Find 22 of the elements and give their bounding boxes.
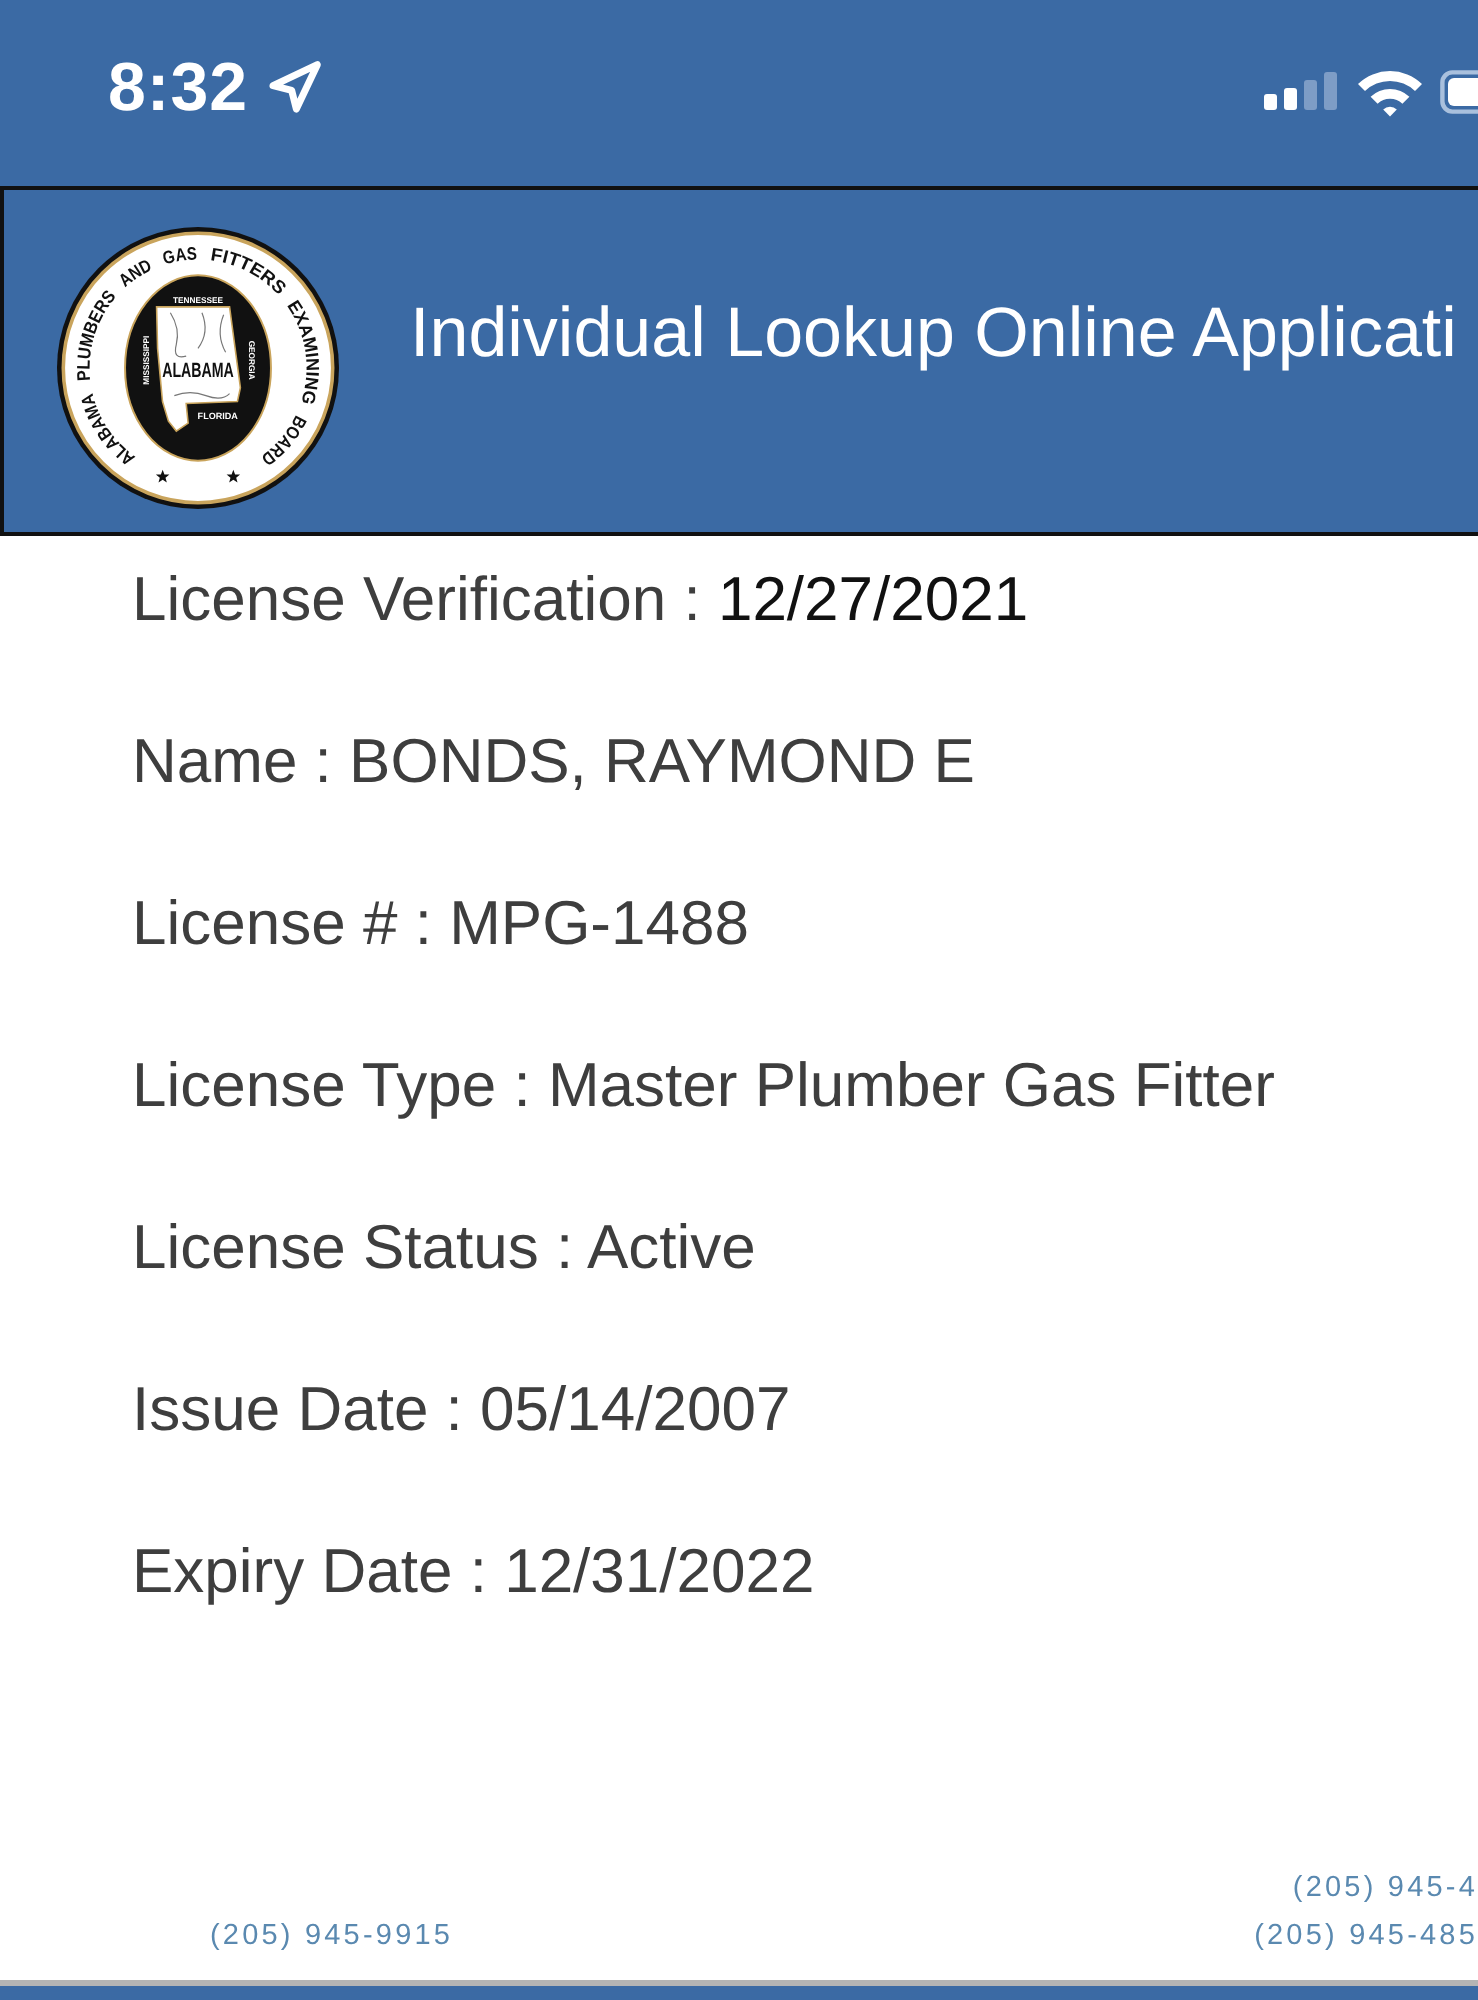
wifi-icon xyxy=(1354,65,1426,117)
license-field-text: Issue Date : 05/14/2007 xyxy=(132,1372,791,1448)
location-arrow-icon xyxy=(266,59,323,115)
phone-number-text: (205) 945-9915 xyxy=(210,1918,454,1956)
star-icon xyxy=(226,468,241,482)
star-icon xyxy=(155,468,170,482)
seal-ring-text: AND xyxy=(115,253,157,290)
license-field-text: License # : MPG-1488 xyxy=(132,886,749,962)
license-field-text: License Status : Active xyxy=(132,1210,756,1286)
status-time: 8:32 xyxy=(108,50,249,128)
license-field-text: License Type : Master Plumber Gas Fitter xyxy=(132,1048,1275,1124)
phone-number-text: (205) 945-485 xyxy=(1254,1918,1478,1956)
app-title: Individual Lookup Online Applicati xyxy=(410,291,1457,375)
signal-icon xyxy=(1264,72,1340,110)
state-name-text: ALABAMA xyxy=(162,357,234,381)
license-field-text: Expiry Date : 12/31/2022 xyxy=(132,1534,815,1610)
state-map-drawing xyxy=(155,305,242,432)
phone-number-text: (205) 945-4 xyxy=(1292,1870,1478,1908)
battery-icon xyxy=(1440,69,1478,113)
license-field-text: Name : BONDS, RAYMOND E xyxy=(132,724,975,800)
seal-ring-text: GAS xyxy=(160,242,200,268)
license-verification-text: License Verification : 12/27/2021 xyxy=(132,562,1029,638)
